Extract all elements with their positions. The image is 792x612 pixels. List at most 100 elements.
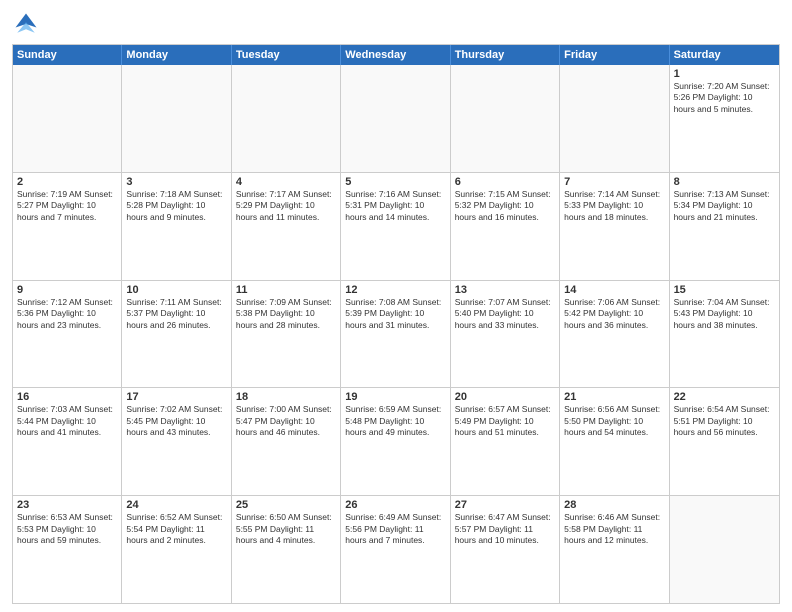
day-cell-2: 2Sunrise: 7:19 AM Sunset: 5:27 PM Daylig… — [13, 173, 122, 280]
day-info-6: Sunrise: 7:15 AM Sunset: 5:32 PM Dayligh… — [455, 189, 555, 223]
day-info-12: Sunrise: 7:08 AM Sunset: 5:39 PM Dayligh… — [345, 297, 445, 331]
empty-cell — [232, 65, 341, 172]
day-info-23: Sunrise: 6:53 AM Sunset: 5:53 PM Dayligh… — [17, 512, 117, 546]
day-info-3: Sunrise: 7:18 AM Sunset: 5:28 PM Dayligh… — [126, 189, 226, 223]
header-day-sunday: Sunday — [13, 45, 122, 65]
day-number-21: 21 — [564, 391, 664, 403]
empty-cell — [13, 65, 122, 172]
day-cell-18: 18Sunrise: 7:00 AM Sunset: 5:47 PM Dayli… — [232, 388, 341, 495]
day-cell-16: 16Sunrise: 7:03 AM Sunset: 5:44 PM Dayli… — [13, 388, 122, 495]
day-info-1: Sunrise: 7:20 AM Sunset: 5:26 PM Dayligh… — [674, 81, 775, 115]
day-number-23: 23 — [17, 499, 117, 511]
day-number-7: 7 — [564, 176, 664, 188]
page-container: SundayMondayTuesdayWednesdayThursdayFrid… — [0, 0, 792, 612]
header-day-saturday: Saturday — [670, 45, 779, 65]
day-info-22: Sunrise: 6:54 AM Sunset: 5:51 PM Dayligh… — [674, 404, 775, 438]
calendar: SundayMondayTuesdayWednesdayThursdayFrid… — [12, 44, 780, 604]
day-cell-22: 22Sunrise: 6:54 AM Sunset: 5:51 PM Dayli… — [670, 388, 779, 495]
day-cell-10: 10Sunrise: 7:11 AM Sunset: 5:37 PM Dayli… — [122, 281, 231, 388]
day-cell-21: 21Sunrise: 6:56 AM Sunset: 5:50 PM Dayli… — [560, 388, 669, 495]
logo-icon — [12, 10, 40, 38]
day-cell-11: 11Sunrise: 7:09 AM Sunset: 5:38 PM Dayli… — [232, 281, 341, 388]
day-cell-13: 13Sunrise: 7:07 AM Sunset: 5:40 PM Dayli… — [451, 281, 560, 388]
day-number-12: 12 — [345, 284, 445, 296]
day-cell-1: 1Sunrise: 7:20 AM Sunset: 5:26 PM Daylig… — [670, 65, 779, 172]
day-info-27: Sunrise: 6:47 AM Sunset: 5:57 PM Dayligh… — [455, 512, 555, 546]
day-number-5: 5 — [345, 176, 445, 188]
day-cell-7: 7Sunrise: 7:14 AM Sunset: 5:33 PM Daylig… — [560, 173, 669, 280]
calendar-body: 1Sunrise: 7:20 AM Sunset: 5:26 PM Daylig… — [13, 65, 779, 603]
day-number-13: 13 — [455, 284, 555, 296]
day-info-2: Sunrise: 7:19 AM Sunset: 5:27 PM Dayligh… — [17, 189, 117, 223]
day-cell-3: 3Sunrise: 7:18 AM Sunset: 5:28 PM Daylig… — [122, 173, 231, 280]
header-day-friday: Friday — [560, 45, 669, 65]
day-cell-6: 6Sunrise: 7:15 AM Sunset: 5:32 PM Daylig… — [451, 173, 560, 280]
day-info-21: Sunrise: 6:56 AM Sunset: 5:50 PM Dayligh… — [564, 404, 664, 438]
day-cell-23: 23Sunrise: 6:53 AM Sunset: 5:53 PM Dayli… — [13, 496, 122, 603]
day-info-14: Sunrise: 7:06 AM Sunset: 5:42 PM Dayligh… — [564, 297, 664, 331]
header-day-monday: Monday — [122, 45, 231, 65]
day-cell-24: 24Sunrise: 6:52 AM Sunset: 5:54 PM Dayli… — [122, 496, 231, 603]
day-number-22: 22 — [674, 391, 775, 403]
day-number-3: 3 — [126, 176, 226, 188]
header-day-thursday: Thursday — [451, 45, 560, 65]
day-info-28: Sunrise: 6:46 AM Sunset: 5:58 PM Dayligh… — [564, 512, 664, 546]
day-number-11: 11 — [236, 284, 336, 296]
header — [12, 10, 780, 38]
day-number-17: 17 — [126, 391, 226, 403]
day-cell-17: 17Sunrise: 7:02 AM Sunset: 5:45 PM Dayli… — [122, 388, 231, 495]
day-number-10: 10 — [126, 284, 226, 296]
day-number-20: 20 — [455, 391, 555, 403]
header-day-tuesday: Tuesday — [232, 45, 341, 65]
day-number-28: 28 — [564, 499, 664, 511]
day-cell-8: 8Sunrise: 7:13 AM Sunset: 5:34 PM Daylig… — [670, 173, 779, 280]
day-number-26: 26 — [345, 499, 445, 511]
calendar-header: SundayMondayTuesdayWednesdayThursdayFrid… — [13, 45, 779, 65]
day-info-9: Sunrise: 7:12 AM Sunset: 5:36 PM Dayligh… — [17, 297, 117, 331]
day-cell-12: 12Sunrise: 7:08 AM Sunset: 5:39 PM Dayli… — [341, 281, 450, 388]
empty-cell — [560, 65, 669, 172]
day-number-25: 25 — [236, 499, 336, 511]
day-number-1: 1 — [674, 68, 775, 80]
day-info-25: Sunrise: 6:50 AM Sunset: 5:55 PM Dayligh… — [236, 512, 336, 546]
header-day-wednesday: Wednesday — [341, 45, 450, 65]
day-number-6: 6 — [455, 176, 555, 188]
day-number-24: 24 — [126, 499, 226, 511]
calendar-row-1: 2Sunrise: 7:19 AM Sunset: 5:27 PM Daylig… — [13, 173, 779, 281]
day-info-20: Sunrise: 6:57 AM Sunset: 5:49 PM Dayligh… — [455, 404, 555, 438]
day-info-16: Sunrise: 7:03 AM Sunset: 5:44 PM Dayligh… — [17, 404, 117, 438]
day-info-10: Sunrise: 7:11 AM Sunset: 5:37 PM Dayligh… — [126, 297, 226, 331]
day-cell-28: 28Sunrise: 6:46 AM Sunset: 5:58 PM Dayli… — [560, 496, 669, 603]
calendar-row-2: 9Sunrise: 7:12 AM Sunset: 5:36 PM Daylig… — [13, 281, 779, 389]
day-info-13: Sunrise: 7:07 AM Sunset: 5:40 PM Dayligh… — [455, 297, 555, 331]
day-info-5: Sunrise: 7:16 AM Sunset: 5:31 PM Dayligh… — [345, 189, 445, 223]
empty-cell — [670, 496, 779, 603]
calendar-row-3: 16Sunrise: 7:03 AM Sunset: 5:44 PM Dayli… — [13, 388, 779, 496]
day-number-18: 18 — [236, 391, 336, 403]
calendar-row-0: 1Sunrise: 7:20 AM Sunset: 5:26 PM Daylig… — [13, 65, 779, 173]
logo — [12, 10, 44, 38]
day-cell-15: 15Sunrise: 7:04 AM Sunset: 5:43 PM Dayli… — [670, 281, 779, 388]
day-cell-4: 4Sunrise: 7:17 AM Sunset: 5:29 PM Daylig… — [232, 173, 341, 280]
day-cell-27: 27Sunrise: 6:47 AM Sunset: 5:57 PM Dayli… — [451, 496, 560, 603]
day-number-16: 16 — [17, 391, 117, 403]
day-number-8: 8 — [674, 176, 775, 188]
empty-cell — [341, 65, 450, 172]
day-info-11: Sunrise: 7:09 AM Sunset: 5:38 PM Dayligh… — [236, 297, 336, 331]
day-info-15: Sunrise: 7:04 AM Sunset: 5:43 PM Dayligh… — [674, 297, 775, 331]
day-cell-9: 9Sunrise: 7:12 AM Sunset: 5:36 PM Daylig… — [13, 281, 122, 388]
day-number-15: 15 — [674, 284, 775, 296]
day-info-18: Sunrise: 7:00 AM Sunset: 5:47 PM Dayligh… — [236, 404, 336, 438]
day-cell-26: 26Sunrise: 6:49 AM Sunset: 5:56 PM Dayli… — [341, 496, 450, 603]
day-cell-19: 19Sunrise: 6:59 AM Sunset: 5:48 PM Dayli… — [341, 388, 450, 495]
day-number-4: 4 — [236, 176, 336, 188]
day-info-19: Sunrise: 6:59 AM Sunset: 5:48 PM Dayligh… — [345, 404, 445, 438]
day-number-2: 2 — [17, 176, 117, 188]
day-info-7: Sunrise: 7:14 AM Sunset: 5:33 PM Dayligh… — [564, 189, 664, 223]
day-number-19: 19 — [345, 391, 445, 403]
day-info-26: Sunrise: 6:49 AM Sunset: 5:56 PM Dayligh… — [345, 512, 445, 546]
empty-cell — [451, 65, 560, 172]
day-info-17: Sunrise: 7:02 AM Sunset: 5:45 PM Dayligh… — [126, 404, 226, 438]
day-cell-20: 20Sunrise: 6:57 AM Sunset: 5:49 PM Dayli… — [451, 388, 560, 495]
day-cell-5: 5Sunrise: 7:16 AM Sunset: 5:31 PM Daylig… — [341, 173, 450, 280]
